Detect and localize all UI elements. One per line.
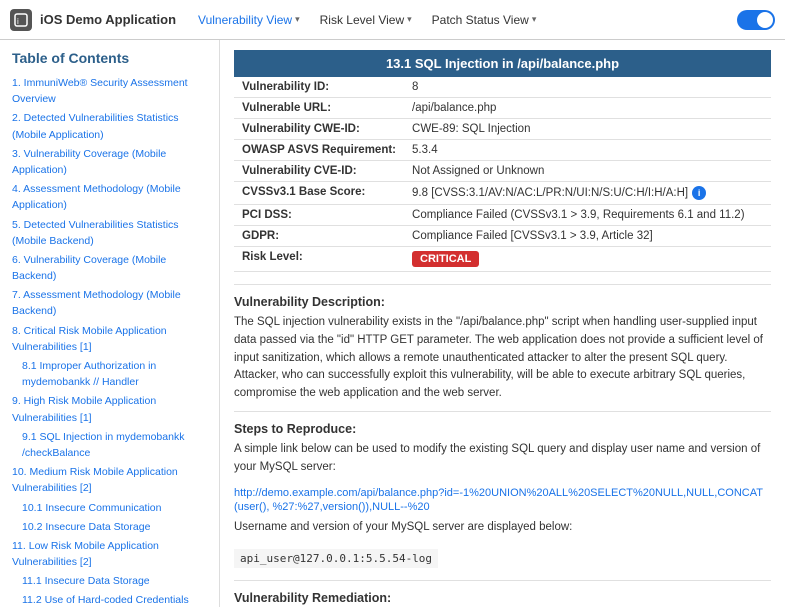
toggle-switch[interactable]	[737, 10, 775, 30]
divider3	[234, 580, 771, 581]
toc-link[interactable]: 1. ImmuniWeb® Security Assessment Overvi…	[12, 77, 188, 105]
toc-link[interactable]: 8.1 Improper Authorization in mydemobank…	[22, 360, 156, 388]
info-label: Vulnerability CVE-ID:	[234, 161, 404, 182]
info-label: Risk Level:	[234, 247, 404, 272]
toc-title: Table of Contents	[12, 50, 207, 66]
toc-link[interactable]: 10.2 Insecure Data Storage	[22, 521, 150, 533]
info-table: Vulnerability ID:8Vulnerable URL:/api/ba…	[234, 77, 771, 272]
info-label: Vulnerability CWE-ID:	[234, 119, 404, 140]
toc-item: 8. Critical Risk Mobile Application Vuln…	[12, 322, 207, 354]
toc-link[interactable]: 2. Detected Vulnerabilities Statistics (…	[12, 112, 179, 140]
info-label: CVSSv3.1 Base Score:	[234, 182, 404, 205]
nav-vulnerability-view[interactable]: Vulnerability View ▾	[192, 10, 306, 30]
toc-list: 1. ImmuniWeb® Security Assessment Overvi…	[12, 74, 207, 607]
toc-link[interactable]: 11.1 Insecure Data Storage	[22, 575, 150, 587]
info-row: PCI DSS:Compliance Failed (CVSSv3.1 > 3.…	[234, 205, 771, 226]
info-label: OWASP ASVS Requirement:	[234, 140, 404, 161]
toc-item: 11. Low Risk Mobile Application Vulnerab…	[12, 537, 207, 569]
divider	[234, 284, 771, 285]
info-value: 5.3.4	[404, 140, 771, 161]
remediation-title: Vulnerability Remediation:	[234, 591, 771, 605]
toc-item: 8.1 Improper Authorization in mydemobank…	[12, 357, 207, 389]
info-row: CVSSv3.1 Base Score:9.8 [CVSS:3.1/AV:N/A…	[234, 182, 771, 205]
info-label: Vulnerable URL:	[234, 98, 404, 119]
steps-link[interactable]: http://demo.example.com/api/balance.php?…	[234, 487, 763, 513]
info-value: CWE-89: SQL Injection	[404, 119, 771, 140]
steps-mono: api_user@127.0.0.1:5.5.54-log	[234, 549, 438, 568]
toc-link[interactable]: 8. Critical Risk Mobile Application Vuln…	[12, 325, 167, 353]
toc-item: 10.1 Insecure Communication	[12, 499, 207, 515]
info-label: GDPR:	[234, 226, 404, 247]
info-label: Vulnerability ID:	[234, 77, 404, 98]
info-row: Vulnerability ID:8	[234, 77, 771, 98]
toc-item: 10.2 Insecure Data Storage	[12, 518, 207, 534]
toc-link[interactable]: 10.1 Insecure Communication	[22, 502, 162, 514]
app-name: iOS Demo Application	[40, 12, 176, 27]
svg-text:i: i	[17, 17, 19, 26]
toc-link[interactable]: 9. High Risk Mobile Application Vulnerab…	[12, 395, 156, 423]
info-value: Compliance Failed [CVSSv3.1 > 3.9, Artic…	[404, 226, 771, 247]
toc-item: 3. Vulnerability Coverage (Mobile Applic…	[12, 145, 207, 177]
risk-badge: CRITICAL	[412, 251, 479, 267]
chevron-down-icon: ▾	[407, 14, 412, 25]
info-row: Vulnerability CWE-ID:CWE-89: SQL Injecti…	[234, 119, 771, 140]
steps-note: Username and version of your MySQL serve…	[234, 519, 771, 537]
toc-item: 7. Assessment Methodology (Mobile Backen…	[12, 286, 207, 318]
nav-risk-level-view[interactable]: Risk Level View ▾	[314, 10, 418, 30]
description-title: Vulnerability Description:	[234, 295, 771, 309]
toc-link[interactable]: 6. Vulnerability Coverage (Mobile Backen…	[12, 254, 166, 282]
toc-link[interactable]: 9.1 SQL Injection in mydemobankk /checkB…	[22, 431, 184, 459]
info-row: Risk Level: CRITICAL	[234, 247, 771, 272]
info-row: GDPR:Compliance Failed [CVSSv3.1 > 3.9, …	[234, 226, 771, 247]
toc-link[interactable]: 5. Detected Vulnerabilities Statistics (…	[12, 219, 179, 247]
info-value: CRITICAL	[404, 247, 771, 272]
content-inner: 13.1 SQL Injection in /api/balance.php V…	[220, 40, 785, 607]
divider2	[234, 411, 771, 412]
info-row: Vulnerable URL:/api/balance.php	[234, 98, 771, 119]
toc-link[interactable]: 7. Assessment Methodology (Mobile Backen…	[12, 289, 181, 317]
info-value: 9.8 [CVSS:3.1/AV:N/AC:L/PR:N/UI:N/S:U/C:…	[404, 182, 771, 205]
steps-intro: A simple link below can be used to modif…	[234, 441, 771, 477]
info-value: 8	[404, 77, 771, 98]
toc-item: 9.1 SQL Injection in mydemobankk /checkB…	[12, 428, 207, 460]
toc-item: 4. Assessment Methodology (Mobile Applic…	[12, 180, 207, 212]
info-row: Vulnerability CVE-ID:Not Assigned or Unk…	[234, 161, 771, 182]
toc-item: 1. ImmuniWeb® Security Assessment Overvi…	[12, 74, 207, 106]
info-value: Compliance Failed (CVSSv3.1 > 3.9, Requi…	[404, 205, 771, 226]
info-value: /api/balance.php	[404, 98, 771, 119]
main-layout: Table of Contents 1. ImmuniWeb® Security…	[0, 40, 785, 607]
info-tooltip-icon[interactable]: i	[692, 186, 706, 200]
app-icon: i	[10, 9, 32, 31]
toc-link[interactable]: 10. Medium Risk Mobile Application Vulne…	[12, 466, 178, 494]
nav-patch-status-view[interactable]: Patch Status View ▾	[426, 10, 543, 30]
description-text: The SQL injection vulnerability exists i…	[234, 314, 771, 403]
toc-link[interactable]: 11.2 Use of Hard-coded Credentials	[22, 594, 189, 606]
chevron-down-icon: ▾	[532, 14, 537, 25]
toc-link[interactable]: 3. Vulnerability Coverage (Mobile Applic…	[12, 148, 166, 176]
info-value: Not Assigned or Unknown	[404, 161, 771, 182]
toc-item: 11.1 Insecure Data Storage	[12, 572, 207, 588]
toc-item: 2. Detected Vulnerabilities Statistics (…	[12, 109, 207, 141]
sidebar: Table of Contents 1. ImmuniWeb® Security…	[0, 40, 220, 607]
toc-item: 5. Detected Vulnerabilities Statistics (…	[12, 216, 207, 248]
toc-item: 9. High Risk Mobile Application Vulnerab…	[12, 392, 207, 424]
content-area: 13.1 SQL Injection in /api/balance.php V…	[220, 40, 785, 607]
info-label: PCI DSS:	[234, 205, 404, 226]
chevron-down-icon: ▾	[295, 14, 300, 25]
toc-link[interactable]: 11. Low Risk Mobile Application Vulnerab…	[12, 540, 159, 568]
toc-item: 11.2 Use of Hard-coded Credentials	[12, 591, 207, 607]
toc-item: 10. Medium Risk Mobile Application Vulne…	[12, 463, 207, 495]
topbar: i iOS Demo Application Vulnerability Vie…	[0, 0, 785, 40]
info-row: OWASP ASVS Requirement:5.3.4	[234, 140, 771, 161]
steps-title: Steps to Reproduce:	[234, 422, 771, 436]
toc-item: 6. Vulnerability Coverage (Mobile Backen…	[12, 251, 207, 283]
toc-link[interactable]: 4. Assessment Methodology (Mobile Applic…	[12, 183, 181, 211]
vuln-header: 13.1 SQL Injection in /api/balance.php	[234, 50, 771, 77]
